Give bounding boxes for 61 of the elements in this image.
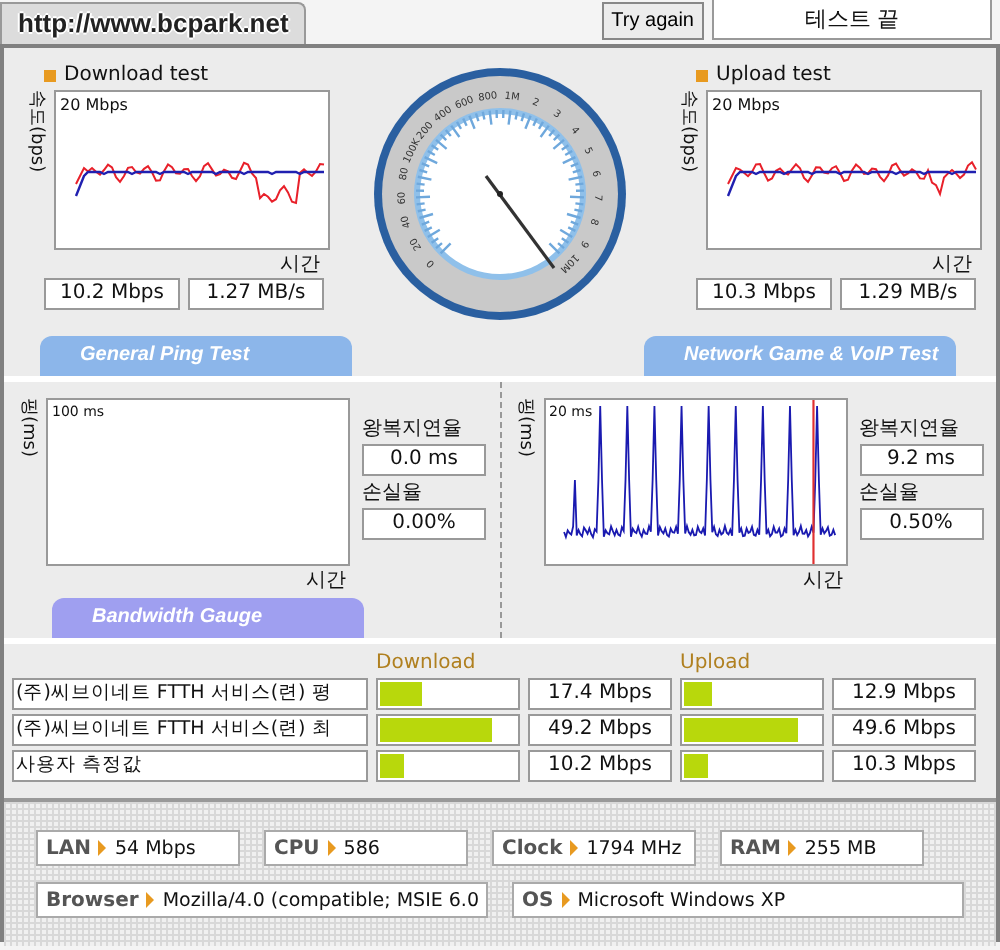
test-title: Upload test (716, 64, 831, 86)
latency-label: 왕복지연율 (362, 416, 464, 442)
section-tab[interactable]: Bandwidth Gauge (52, 598, 364, 638)
column-header: Download (376, 652, 478, 674)
speed-value: 10.2 Mbps (44, 278, 180, 310)
latency-label: 왕복지연율 (859, 416, 961, 442)
section-tab[interactable]: Network Game & VoIP Test (644, 336, 956, 376)
axis-label: 핑(ms) (513, 398, 537, 457)
info-label: LAN (46, 837, 91, 859)
axis-label: 속도(bps) (24, 90, 48, 173)
info-value: 255 MB (804, 837, 877, 859)
site-tab[interactable]: http://www.bcpark.net (0, 2, 307, 44)
table-cell: 49.6 Mbps (832, 714, 976, 746)
triangle-icon (98, 840, 107, 856)
triangle-icon (327, 840, 336, 856)
info-label: OS (522, 889, 554, 911)
triangle-icon (561, 892, 570, 908)
table-cell: 사용자 측정값 (12, 750, 368, 782)
bullet-icon (44, 69, 56, 81)
latency-value: 0.0 ms (362, 444, 486, 476)
try-again-button[interactable]: Try again (601, 2, 704, 40)
axis-label: 시간 (278, 252, 322, 278)
status-field: 테스트 끝 (712, 0, 992, 40)
table-cell: 49.2 Mbps (528, 714, 672, 746)
loss-value: 0.00% (362, 508, 486, 540)
section-tab[interactable]: General Ping Test (40, 336, 352, 376)
info-value: 1794 MHz (586, 837, 682, 859)
loss-label: 손실율 (859, 480, 921, 506)
rate-value: 1.29 MB/s (840, 278, 976, 310)
info-label: CPU (274, 837, 320, 859)
loss-value: 0.50% (859, 508, 983, 540)
axis-label: 시간 (304, 568, 348, 594)
table-cell: 10.2 Mbps (528, 750, 672, 782)
info-value: Microsoft Windows XP (577, 889, 786, 911)
info-label: RAM (730, 837, 781, 859)
triangle-icon (570, 840, 579, 856)
axis-max-label: 20 Mbps (60, 96, 128, 114)
axis-label: 속도(bps) (676, 90, 700, 173)
axis-label: 핑(ms) (16, 398, 40, 457)
info-label: Clock (502, 837, 563, 859)
test-title: Download test (64, 64, 209, 86)
table-cell: 12.9 Mbps (832, 678, 976, 710)
table-cell: 17.4 Mbps (528, 678, 672, 710)
table-cell: (주)씨브이네트 FTTH 서비스(련) 평 (12, 678, 368, 710)
column-header: Upload (680, 652, 753, 674)
info-label: Browser (46, 889, 139, 911)
bullet-icon (696, 69, 708, 81)
axis-label: 시간 (801, 568, 845, 594)
loss-label: 손실율 (362, 480, 424, 506)
info-value: 54 Mbps (114, 837, 196, 859)
axis-max-label: 20 Mbps (712, 96, 780, 114)
table-cell: 10.3 Mbps (832, 750, 976, 782)
triangle-icon (788, 840, 797, 856)
rate-value: 1.27 MB/s (188, 278, 324, 310)
latency-value: 9.2 ms (859, 444, 983, 476)
triangle-icon (146, 892, 155, 908)
axis-label: 시간 (930, 252, 974, 278)
table-cell: (주)씨브이네트 FTTH 서비스(련) 최 (12, 714, 368, 746)
info-value: Mozilla/4.0 (compatible; MSIE 6.0 (162, 889, 479, 911)
info-value: 586 (343, 837, 380, 859)
speed-value: 10.3 Mbps (696, 278, 832, 310)
